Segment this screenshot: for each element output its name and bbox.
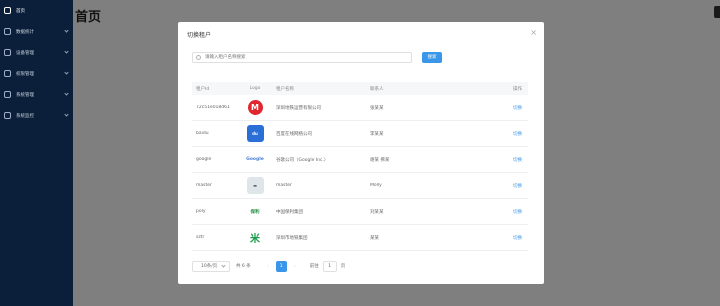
chevron-down-icon [64, 70, 69, 75]
header-action-icon[interactable] [714, 6, 720, 18]
page-size-value: 10条/页 [201, 263, 218, 269]
tenant-name: 中国保利集团 [276, 209, 303, 215]
tenant-contact: 张某某 [370, 105, 384, 111]
table-row: baidu du 百度在线网络公司 李某某 切换 [192, 121, 528, 147]
tenant-table: 租户Id Logo 租户名称 联系人 操作 72c51e018d61 M 深圳地… [192, 82, 528, 251]
pagination: 10条/页 共 6 条 ‹ 1 › 前往 1 页 [192, 260, 345, 272]
table-row: 72c51e018d61 M 深圳地铁运营有限公司 张某某 切换 [192, 95, 528, 121]
table-row: sztr 米 深圳市地铁集团 某某 切换 [192, 225, 528, 251]
switch-link[interactable]: 切换 [513, 184, 522, 189]
chevron-down-icon [64, 91, 69, 96]
tenant-contact: 刘某某 [370, 209, 384, 215]
poly-logo-icon: 保利 [244, 203, 266, 220]
tenant-name: 百度在线网络公司 [276, 131, 312, 137]
goto-label: 前往 [309, 264, 319, 269]
tenant-id: google [196, 157, 212, 162]
master-logo-icon: ▬ [246, 177, 264, 194]
sidebar-item-label: 首页 [16, 8, 25, 14]
dialog-title: 切换租户 [187, 32, 212, 39]
switch-link[interactable]: 切换 [513, 158, 522, 163]
search-button[interactable]: 搜索 [422, 52, 442, 63]
sidebar-item-label: 系统监控 [16, 113, 34, 119]
sztr-logo-icon: 米 [246, 229, 264, 246]
page-title: 首页 [75, 10, 102, 25]
chevron-down-icon [64, 28, 69, 33]
chevron-down-icon [64, 112, 69, 117]
page-size-select[interactable]: 10条/页 [192, 260, 230, 272]
monitor-icon [4, 112, 11, 119]
tenant-contact: 谢某 佛某 [370, 157, 390, 163]
tenant-name: 深圳市地铁集团 [276, 235, 308, 241]
tenant-id: master [196, 183, 212, 188]
sidebar-item-home[interactable]: 首页 [0, 0, 73, 21]
sidebar-item-system[interactable]: 系统管理 [0, 84, 73, 105]
page-suffix: 页 [340, 264, 346, 269]
device-icon [4, 49, 11, 56]
sidebar-item-label: 数据统计 [16, 29, 34, 35]
chevron-down-icon [221, 262, 226, 268]
chart-icon [4, 28, 11, 35]
google-logo-icon: Google [244, 151, 266, 168]
goto-page-input[interactable]: 1 [322, 260, 337, 272]
prev-page-button[interactable]: ‹ [263, 261, 273, 272]
tenant-name: 谷歌公司（Google Inc.） [276, 157, 329, 163]
total-count: 共 6 条 [236, 264, 251, 269]
switch-link[interactable]: 切换 [513, 106, 522, 111]
switch-tenant-dialog: 切换租户 × 搜索 租户Id Logo 租户名称 联系人 操作 72c51e01… [178, 22, 544, 284]
tenant-id: baidu [196, 131, 209, 136]
table-row: poly 保利 中国保利集团 刘某某 切换 [192, 199, 528, 225]
page-number-button[interactable]: 1 [275, 260, 287, 272]
table-header: 租户Id Logo 租户名称 联系人 操作 [192, 82, 528, 95]
sidebar-item-label: 权限管理 [16, 71, 34, 77]
close-icon[interactable]: × [530, 28, 537, 37]
tenant-name: 深圳地铁运营有限公司 [276, 105, 321, 111]
tenant-id: poly [196, 209, 206, 214]
sidebar-item-label: 系统管理 [16, 92, 34, 98]
tenant-contact: 某某 [370, 235, 379, 241]
next-page-button[interactable]: › [290, 261, 300, 272]
sidebar-item-permissions[interactable]: 权限管理 [0, 63, 73, 84]
tenant-id: sztr [196, 235, 205, 240]
tenant-id: 72c51e018d61 [196, 105, 230, 110]
tenant-name: master [276, 183, 292, 188]
gear-icon [4, 91, 11, 98]
sidebar-item-monitor[interactable]: 系统监控 [0, 105, 73, 126]
column-header: 租户Id [196, 86, 210, 92]
sidebar-item-statistics[interactable]: 数据统计 [0, 21, 73, 42]
home-icon [4, 7, 11, 14]
column-header: Logo [249, 86, 261, 91]
search-input[interactable] [192, 52, 412, 63]
sidebar-item-devices[interactable]: 设备管理 [0, 42, 73, 63]
search-icon [196, 55, 201, 60]
sidebar: 首页 数据统计 设备管理 权限管理 系统管理 系统监控 [0, 0, 73, 306]
sidebar-item-label: 设备管理 [16, 50, 34, 56]
column-header: 联系人 [370, 86, 384, 92]
switch-link[interactable]: 切换 [513, 132, 522, 137]
baidu-logo-icon: du [246, 125, 264, 142]
table-row: master ▬ master Molly 切换 [192, 173, 528, 199]
column-header: 租户名称 [276, 86, 294, 92]
switch-link[interactable]: 切换 [513, 210, 522, 215]
chevron-down-icon [64, 49, 69, 54]
table-row: google Google 谷歌公司（Google Inc.） 谢某 佛某 切换 [192, 147, 528, 173]
metro-logo-icon: M [247, 100, 263, 115]
tenant-contact: 李某某 [370, 131, 384, 137]
switch-link[interactable]: 切换 [513, 236, 522, 241]
lock-icon [4, 70, 11, 77]
column-header: 操作 [513, 86, 522, 92]
tenant-contact: Molly [370, 183, 382, 188]
